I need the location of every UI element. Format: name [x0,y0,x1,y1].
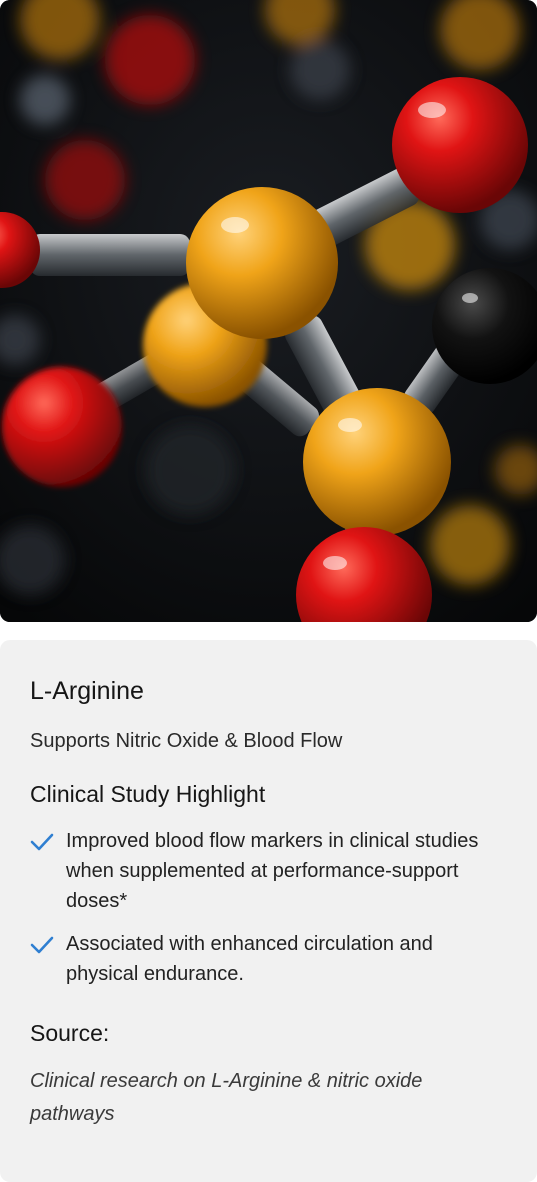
check-icon [30,826,66,852]
list-item: Improved blood flow markers in clinical … [30,826,507,916]
highlight-list: Improved blood flow markers in clinical … [30,826,507,989]
list-item-text: Improved blood flow markers in clinical … [66,830,479,912]
ingredient-card: L-Arginine Supports Nitric Oxide & Blood… [0,640,537,1182]
molecule-illustration [0,0,537,622]
hero-image [0,0,537,622]
list-item: Associated with enhanced circulation and… [30,929,507,989]
ingredient-title: L-Arginine [30,677,144,705]
ingredient-subtitle: Supports Nitric Oxide & Blood Flow [30,730,343,752]
section-title: Clinical Study Highlight [30,781,266,807]
source-title: Source: [30,1020,110,1046]
source-text: Clinical research on L-Arginine & nitric… [30,1070,423,1125]
check-icon [30,929,66,955]
list-item-text: Associated with enhanced circulation and… [66,933,433,985]
